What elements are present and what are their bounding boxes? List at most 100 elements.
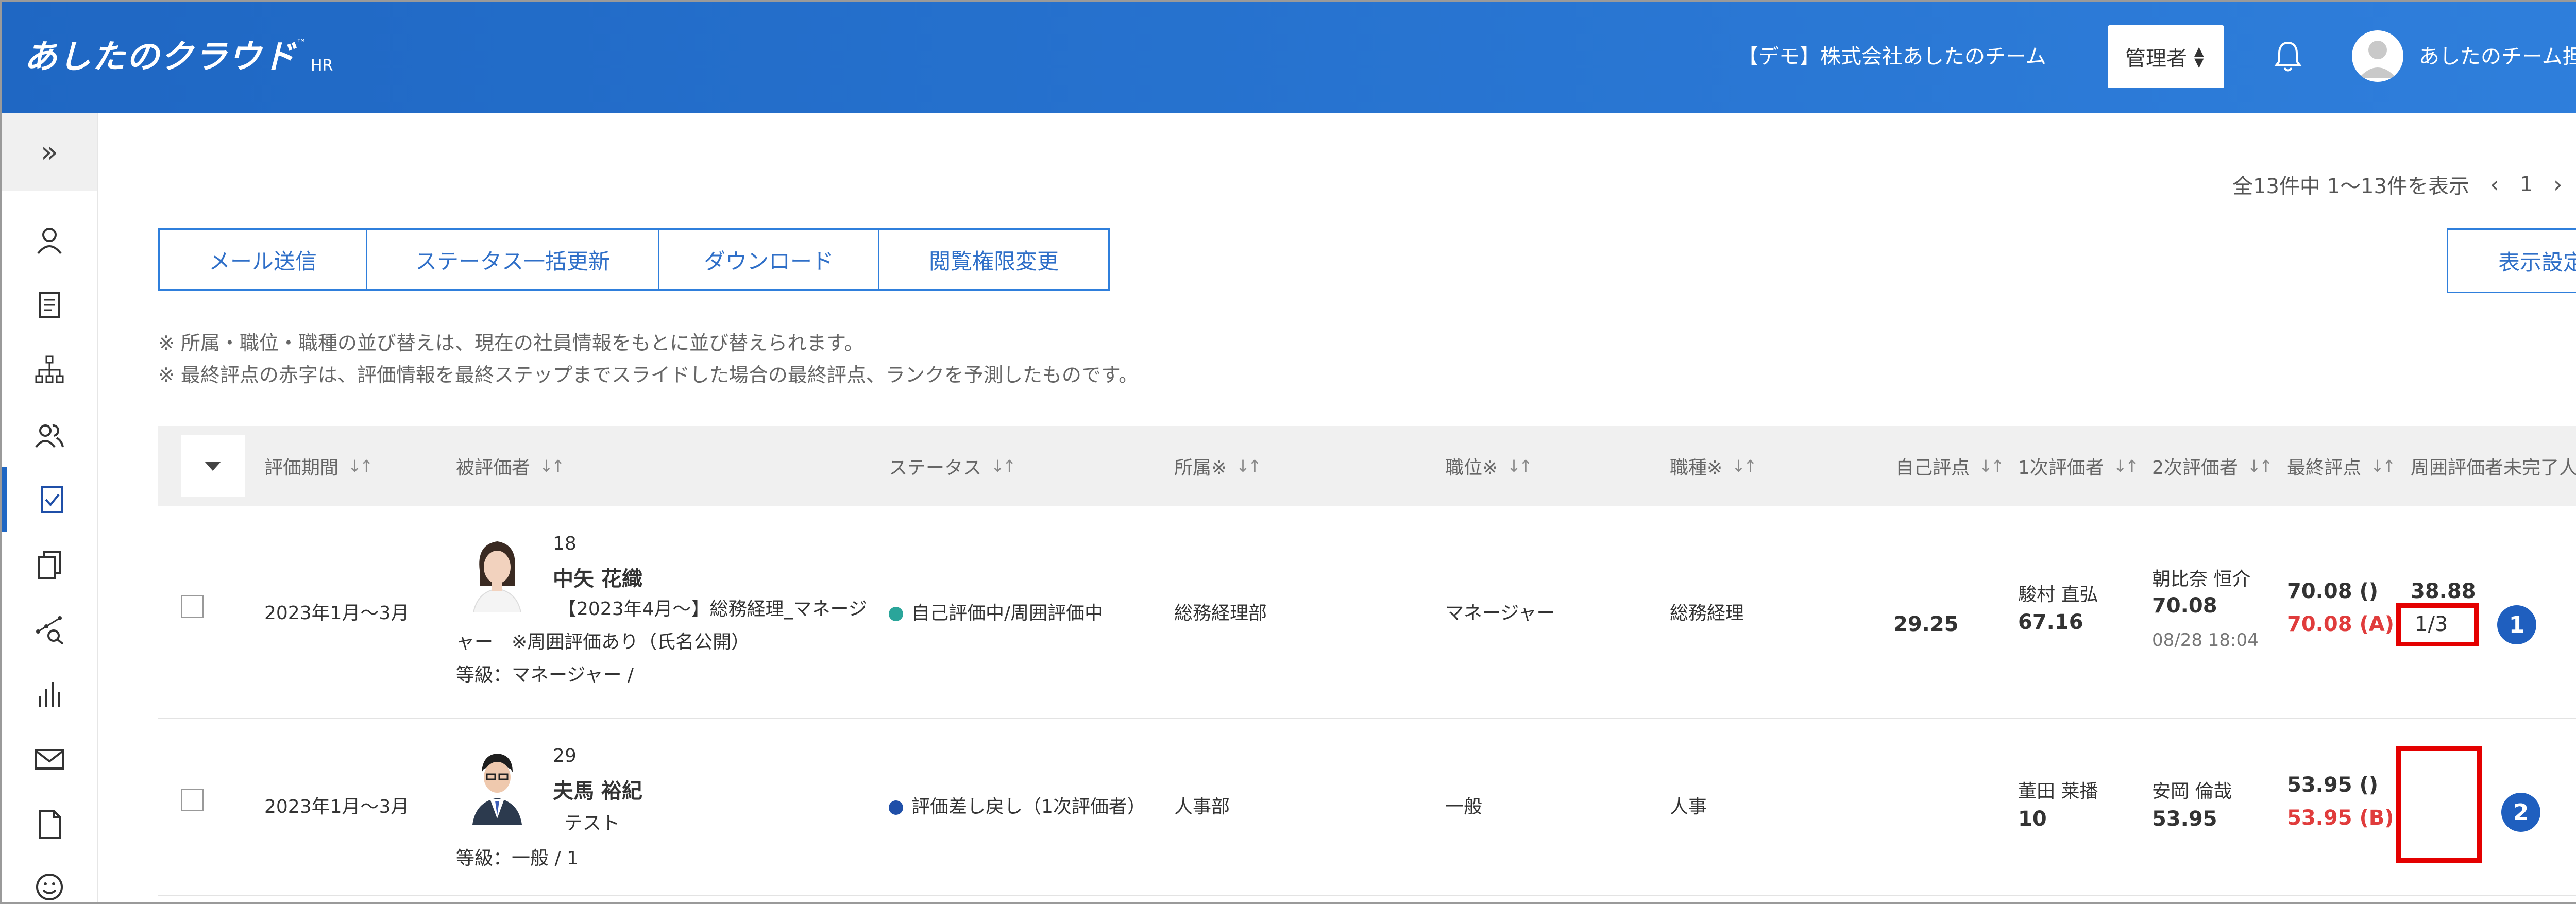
status-text: 評価差し戻し（1次評価者） (911, 796, 1146, 817)
status-text: 自己評価中/周囲評価中 (911, 603, 1104, 624)
smile-icon (36, 874, 63, 900)
header-peer-incomplete[interactable]: 周囲評価者未完了人数 (2411, 426, 2576, 506)
header-self-score-label: 自己評点 (1895, 457, 1970, 479)
second-evaluator-date: 08/28 18:04 (2152, 630, 2259, 651)
department-cell: 総務経理部 (1174, 603, 1267, 624)
header-job[interactable]: 職種※ ↓↑ (1670, 426, 1757, 506)
sidebar-item-copy[interactable] (2, 532, 97, 597)
expand-icon[interactable]: » (2, 113, 97, 191)
final-score-predicted: 53.95 (B) (2287, 806, 2394, 830)
header-second-evaluator-label: 2次評価者 (2152, 457, 2238, 479)
sort-icon: ↓↑ (539, 456, 565, 476)
sidebar-item-document[interactable] (2, 272, 97, 337)
app-window: あしたのクラウド ™ HR 【デモ】株式会社あしたのチーム 管理者 ▲ ▼ あした… (0, 0, 2576, 904)
caret-down-icon (205, 462, 221, 471)
sidebar-item-analytics[interactable] (2, 597, 97, 662)
first-evaluator-score[interactable]: 10 (2018, 807, 2047, 831)
header-position[interactable]: 職位※ ↓↑ (1445, 426, 1533, 506)
employee-photo (466, 746, 528, 825)
first-evaluator-score[interactable]: 67.16 (2018, 610, 2083, 634)
row-checkbox[interactable] (181, 789, 204, 811)
user-name[interactable]: あしたのチーム担当者 (2419, 40, 2576, 70)
employee-grade: 等級：一般 / 1 (456, 848, 579, 869)
header-first-evaluator[interactable]: 1次評価者 ↓↑ (2018, 426, 2139, 506)
table-row[interactable]: 2023年1月〜3月 29 夫馬 裕紀 テスト 等級：一般 / 1 評価差し戻し… (158, 719, 2576, 896)
highlight-box-1 (2396, 603, 2479, 646)
second-evaluator-score[interactable]: 53.95 (2152, 807, 2217, 831)
download-button[interactable]: ダウンロード (659, 230, 879, 289)
sidebar-item-org-chart[interactable] (2, 337, 97, 402)
pagination-page[interactable]: 1 (2520, 173, 2533, 196)
note-red-score: ※ 最終評点の赤字は、評価情報を最終ステップまでスライドした場合の最終評点、ラン… (158, 364, 1139, 386)
sidebar-item-bar-chart[interactable] (2, 662, 97, 727)
status-cell: 自己評価中/周囲評価中 (889, 598, 1103, 625)
self-score-cell[interactable]: 29.25 (1893, 612, 1959, 636)
header-department-label: 所属※ (1174, 457, 1227, 479)
position-cell: マネージャー (1445, 603, 1555, 624)
evaluation-check-icon (41, 486, 63, 513)
role-select[interactable]: 管理者 ▲ ▼ (2108, 25, 2224, 88)
company-name: 【デモ】株式会社あしたのチーム (1738, 45, 2046, 69)
job-cell: 人事 (1670, 796, 1707, 817)
sort-icon: ↓↑ (1507, 456, 1533, 476)
pagination: 全13件中 1〜13件を表示 ‹ 1 › (2232, 169, 2563, 199)
employee-title-line2: ャー ※周囲評価あり（氏名公開） (456, 632, 750, 653)
sort-icon: ↓↑ (2247, 456, 2273, 476)
sidebar-item-smile[interactable] (2, 855, 97, 902)
job-cell: 総務経理 (1670, 603, 1744, 624)
header-final-score[interactable]: 最終評点 ↓↑ (2287, 426, 2396, 506)
status-dot-icon (889, 607, 903, 621)
second-evaluator-name: 安岡 倫哉 (2152, 781, 2232, 802)
sidebar-item-file[interactable] (2, 792, 97, 857)
annotation-badge-1: 1 (2497, 605, 2536, 644)
position-cell: 一般 (1445, 796, 1483, 817)
employee-name[interactable]: 中矢 花織 (553, 562, 642, 592)
header-status[interactable]: ステータス ↓↑ (889, 426, 1016, 506)
status-bulk-update-button[interactable]: ステータス一括更新 (367, 230, 659, 289)
view-settings-button[interactable]: 表示設定 (2447, 228, 2576, 293)
final-score-predicted: 70.08 (A) (2287, 612, 2394, 636)
sidebar-item-user[interactable] (2, 208, 97, 272)
bar-chart-icon (39, 682, 60, 707)
select-arrows-icon: ▲ ▼ (2194, 44, 2204, 70)
action-button-group: メール送信 ステータス一括更新 ダウンロード 閲覧権限変更 (158, 228, 1110, 291)
bulk-select-dropdown[interactable] (181, 435, 245, 497)
sidebar-item-users[interactable] (2, 402, 97, 467)
header-second-evaluator[interactable]: 2次評価者 ↓↑ (2152, 426, 2273, 506)
second-evaluator-name: 朝比奈 恒介 (2152, 569, 2251, 590)
sort-icon: ↓↑ (348, 456, 374, 476)
app-logo[interactable]: あしたのクラウド ™ HR (24, 31, 333, 78)
highlight-box-2 (2396, 746, 2482, 863)
analytics-search-icon (36, 616, 64, 645)
pagination-next-icon[interactable]: › (2553, 172, 2563, 198)
header-period[interactable]: 評価期間 ↓↑ (264, 426, 374, 506)
header-first-evaluator-label: 1次評価者 (2018, 457, 2104, 479)
annotation-badge-2: 2 (2501, 793, 2540, 832)
mail-send-button[interactable]: メール送信 (160, 230, 367, 289)
pagination-prev-icon[interactable]: ‹ (2490, 172, 2499, 198)
row-period: 2023年1月〜3月 (264, 796, 410, 817)
header-final-score-label: 最終評点 (2287, 457, 2362, 479)
permission-change-button[interactable]: 閲覧権限変更 (879, 230, 1108, 289)
role-select-value: 管理者 (2125, 47, 2187, 71)
header-department[interactable]: 所属※ ↓↑ (1174, 426, 1262, 506)
row-checkbox[interactable] (181, 595, 204, 618)
sort-icon: ↓↑ (1979, 456, 2005, 476)
employee-id: 18 (553, 533, 577, 554)
employee-name[interactable]: 夫馬 裕紀 (553, 774, 642, 804)
top-header: あしたのクラウド ™ HR 【デモ】株式会社あしたのチーム 管理者 ▲ ▼ あした… (2, 2, 2576, 113)
bell-icon[interactable] (2273, 39, 2303, 75)
logo-text: あしたのクラウド (24, 38, 296, 76)
user-avatar[interactable] (2352, 30, 2403, 82)
employee-grade: 等級：マネージャー / (456, 664, 634, 686)
table-row[interactable]: 2023年1月〜3月 18 中矢 花織 【2023年4月〜】総務経理_マネージ … (158, 506, 2576, 719)
sidebar-item-mail[interactable] (2, 727, 97, 792)
header-evaluatee[interactable]: 被評価者 ↓↑ (456, 426, 565, 506)
sort-icon: ↓↑ (1732, 456, 1757, 476)
user-icon (37, 228, 62, 254)
header-self-score[interactable]: 自己評点 ↓↑ (1895, 426, 2005, 506)
second-evaluator-score[interactable]: 70.08 (2152, 594, 2217, 618)
sidebar-item-evaluation[interactable] (2, 467, 97, 532)
first-evaluator-name: 董田 莱播 (2018, 781, 2098, 802)
first-evaluator-name: 駿村 直弘 (2018, 584, 2098, 605)
